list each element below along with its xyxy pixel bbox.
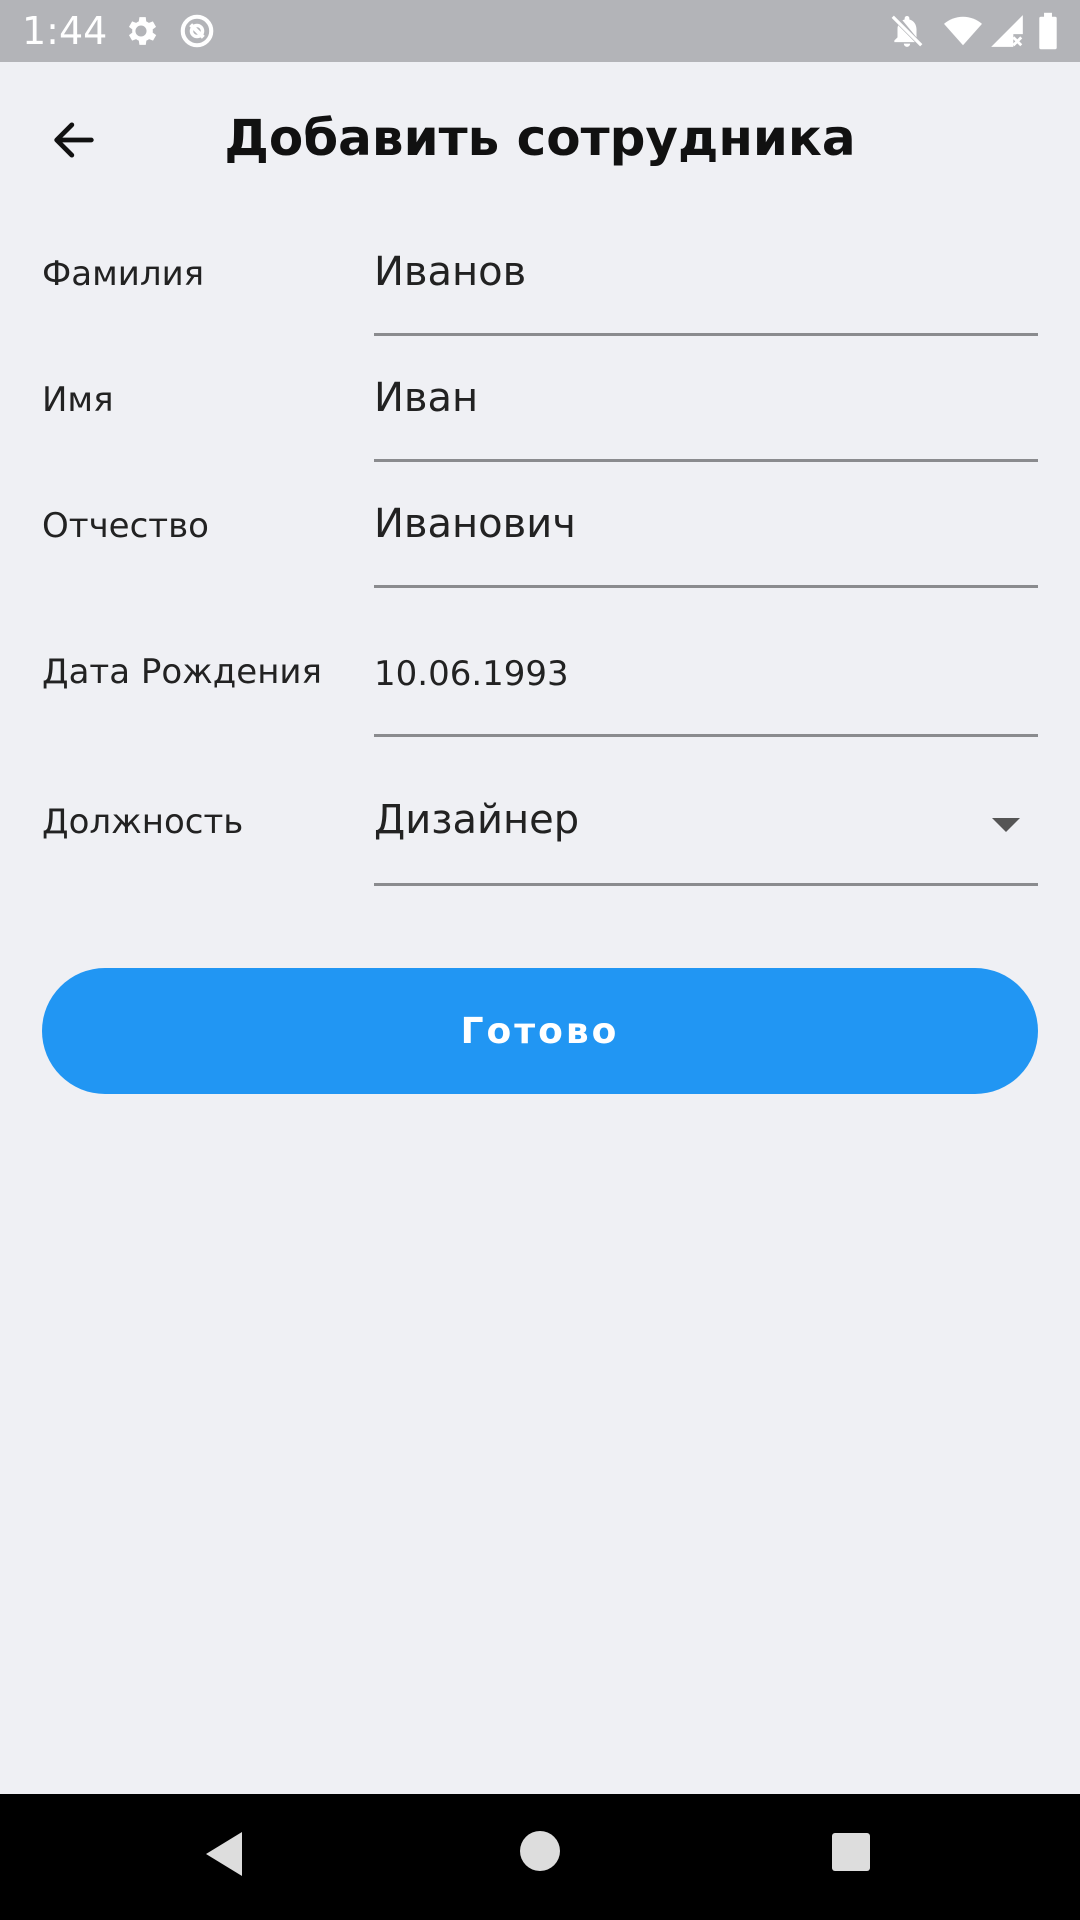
- birth-date-row: Дата Рождения 10.06.1993: [0, 620, 1080, 740]
- signal-icon: [988, 12, 1026, 50]
- first-name-value: Иван: [374, 375, 479, 421]
- position-label: Должность: [42, 802, 244, 842]
- page-title: Добавить сотрудника: [224, 109, 856, 167]
- last-name-label: Фамилия: [42, 254, 205, 294]
- battery-icon: [1036, 12, 1060, 50]
- dropdown-arrow-icon: [992, 818, 1020, 832]
- back-triangle-icon[interactable]: [200, 1824, 250, 1884]
- first-name-field[interactable]: Иван: [374, 366, 1038, 462]
- bell-off-icon: [888, 12, 926, 50]
- wifi-icon: [942, 12, 984, 50]
- patronymic-label: Отчество: [42, 506, 209, 546]
- patronymic-row: Отчество Иванович: [0, 492, 1080, 592]
- last-name-value: Иванов: [374, 249, 527, 295]
- recents-square-icon[interactable]: [830, 1831, 872, 1873]
- home-circle-icon[interactable]: [518, 1829, 562, 1873]
- position-row: Должность Дизайнер: [0, 770, 1080, 886]
- last-name-field[interactable]: Иванов: [374, 240, 1038, 336]
- status-time: 1:44: [22, 9, 108, 53]
- first-name-row: Имя Иван: [0, 366, 1080, 466]
- birth-date-value: 10.06.1993: [374, 654, 569, 694]
- done-button[interactable]: Готово: [42, 968, 1038, 1094]
- navigation-bar: [0, 1794, 1080, 1920]
- app-bar: Добавить сотрудника: [0, 62, 1080, 212]
- patronymic-value: Иванович: [374, 501, 576, 547]
- gear-icon: [122, 12, 160, 50]
- first-name-label: Имя: [42, 380, 114, 420]
- position-dropdown[interactable]: Дизайнер: [374, 770, 1038, 886]
- sync-icon: [178, 12, 216, 50]
- status-bar: 1:44: [0, 0, 1080, 62]
- birth-date-label: Дата Рождения: [42, 652, 322, 692]
- patronymic-field[interactable]: Иванович: [374, 492, 1038, 588]
- birth-date-field[interactable]: 10.06.1993: [374, 620, 1038, 737]
- last-name-row: Фамилия Иванов: [0, 240, 1080, 340]
- position-value: Дизайнер: [374, 797, 580, 843]
